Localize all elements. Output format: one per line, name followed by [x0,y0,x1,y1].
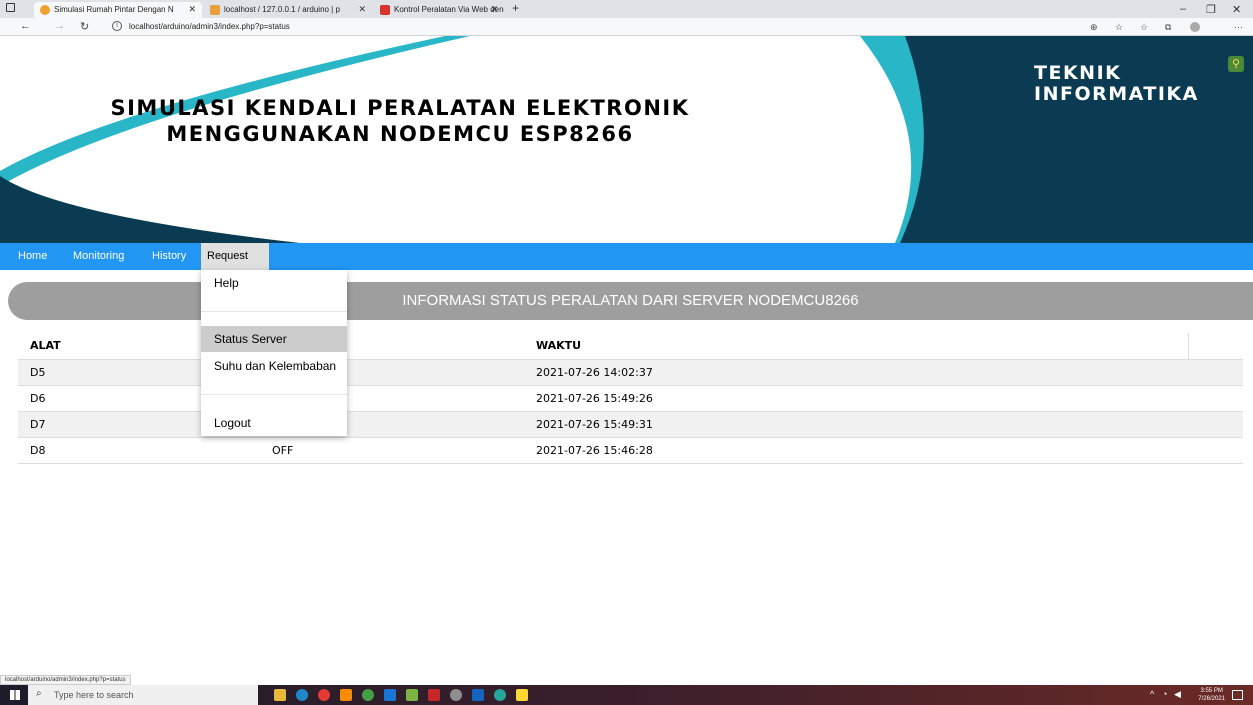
tray-chevron-icon[interactable]: ^ [1150,689,1154,699]
teknik-label: TEKNIK [1034,62,1122,84]
notification-icon[interactable] [1232,690,1243,700]
volume-icon[interactable]: ◀ [1174,689,1181,700]
cell-alat: D8 [18,437,218,464]
dropdown-logout[interactable]: Logout [201,410,347,436]
tab-phpmyadmin[interactable]: localhost / 127.0.0.1 / arduino | p ✕ [204,2,372,18]
notepad-icon[interactable] [406,689,418,701]
favorite-icon[interactable]: ☆ [1115,22,1123,33]
tab-close-icon[interactable]: ✕ [188,4,196,15]
more-menu-icon[interactable]: ··· [1234,22,1243,32]
profile-avatar[interactable] [1190,22,1200,32]
page-banner: SIMULASI KENDALI PERALATAN ELEKTRONIK ME… [0,36,1253,243]
nav-history[interactable]: History [146,243,192,270]
cell-waktu: 2021-07-26 15:46:28 [524,437,1188,464]
tab-title: Kontrol Peralatan Via Web denga [394,5,504,14]
chrome-icon[interactable] [362,689,374,701]
taskbar-clock[interactable]: 3:55 PM 7/26/2021 [1198,687,1225,703]
cell-alat: D6 [18,385,218,412]
cell-waktu: 2021-07-26 14:02:37 [524,359,1188,386]
favorites-list-icon[interactable]: ☆ [1140,22,1148,33]
tab-close-icon[interactable]: ✕ [490,4,498,15]
main-navbar: Home Monitoring History Request [0,243,1253,270]
url-input[interactable]: localhost/arduino/admin3/index.php?p=sta… [129,22,290,31]
banner-title-line1: SIMULASI KENDALI PERALATAN ELEKTRONIK [110,96,690,120]
pdf-favicon-icon [380,5,390,15]
nav-request[interactable]: Request [201,243,269,270]
cell-alat: D5 [18,359,218,386]
cell-waktu: 2021-07-26 15:49:26 [524,385,1188,412]
tab-title: Simulasi Rumah Pintar Dengan N [54,5,174,14]
close-window-icon[interactable]: ✕ [1232,3,1241,16]
nav-home[interactable]: Home [12,243,53,270]
file-explorer-icon[interactable] [274,689,286,701]
chrome-profile-icon[interactable] [494,689,506,701]
tab-kontrol-peralatan[interactable]: Kontrol Peralatan Via Web denga ✕ [374,2,504,18]
info-header-text: INFORMASI STATUS PERALATAN DARI SERVER N… [402,292,859,309]
search-icon: ⌕ [36,688,42,699]
banner-title-line2: MENGGUNAKAN NODEMCU ESP8266 [166,122,634,146]
dropdown-help[interactable]: Help [201,270,347,296]
cell-status: OFF [218,437,524,464]
extension-icon[interactable]: ⚲ [1228,56,1244,72]
edge-browser-icon[interactable] [296,689,308,701]
browser-tab-bar: Simulasi Rumah Pintar Dengan N ✕ localho… [0,0,1253,18]
address-bar: ← → ↻ i localhost/arduino/admin3/index.p… [0,18,1253,36]
nav-monitoring[interactable]: Monitoring [67,243,130,270]
xampp-icon[interactable] [340,689,352,701]
header-empty [1187,333,1243,360]
clock-time: 3:55 PM [1200,688,1223,694]
tab-simulasi[interactable]: Simulasi Rumah Pintar Dengan N ✕ [34,2,202,18]
cell-waktu: 2021-07-26 15:49:31 [524,411,1188,438]
pinwheel-app-icon[interactable] [450,689,462,701]
info-header: INFORMASI STATUS PERALATAN DARI SERVER N… [8,282,1253,320]
header-alat: ALAT [18,333,218,360]
word-icon[interactable] [472,689,484,701]
windows-taskbar: ⌕ Type here to search ^ ◔ ◀ 3:55 PM 7/26… [0,685,1253,705]
dropdown-status-server[interactable]: Status Server [201,326,347,352]
cell-alat: D7 [18,411,218,438]
info-icon[interactable]: i [112,21,122,31]
taskbar-search-input[interactable]: ⌕ Type here to search [28,685,258,705]
new-tab-button[interactable]: + [512,1,519,15]
tab-title: localhost / 127.0.0.1 / arduino | p [224,5,340,14]
back-arrow-icon[interactable]: ← [20,20,31,32]
forward-arrow-icon[interactable]: → [54,20,65,32]
refresh-icon[interactable]: ↻ [80,20,89,33]
header-waktu: WAKTU [524,333,1188,360]
request-dropdown: Help Status Server Suhu dan Kelembaban L… [201,270,347,436]
informatika-label: INFORMATIKA [1034,83,1199,105]
minimize-icon[interactable]: – [1180,3,1186,15]
table-row: D8 OFF 2021-07-26 15:46:28 [18,437,1243,464]
zoom-icon[interactable]: ⊕ [1090,22,1098,33]
dropdown-divider [201,311,347,312]
link-status-bar: localhost/arduino/admin3/index.php?p=sta… [0,675,131,685]
arduino-icon[interactable] [516,689,528,701]
restore-icon[interactable]: ❐ [1206,3,1216,16]
xampp-favicon-icon [40,5,50,15]
tab-actions-icon[interactable] [6,3,15,12]
phpmyadmin-favicon-icon [210,5,220,15]
collections-icon[interactable]: ⧉ [1165,22,1171,33]
dropdown-suhu-kelembaban[interactable]: Suhu dan Kelembaban [201,353,347,379]
tab-close-icon[interactable]: ✕ [358,4,366,15]
opera-icon[interactable] [318,689,330,701]
dropdown-divider [201,394,347,395]
store-icon[interactable] [384,689,396,701]
windows-start-icon[interactable] [10,690,20,700]
network-icon[interactable]: ◔ [1162,689,1167,699]
clock-date: 7/26/2021 [1198,696,1225,702]
search-placeholder: Type here to search [54,690,134,700]
filezilla-icon[interactable] [428,689,440,701]
